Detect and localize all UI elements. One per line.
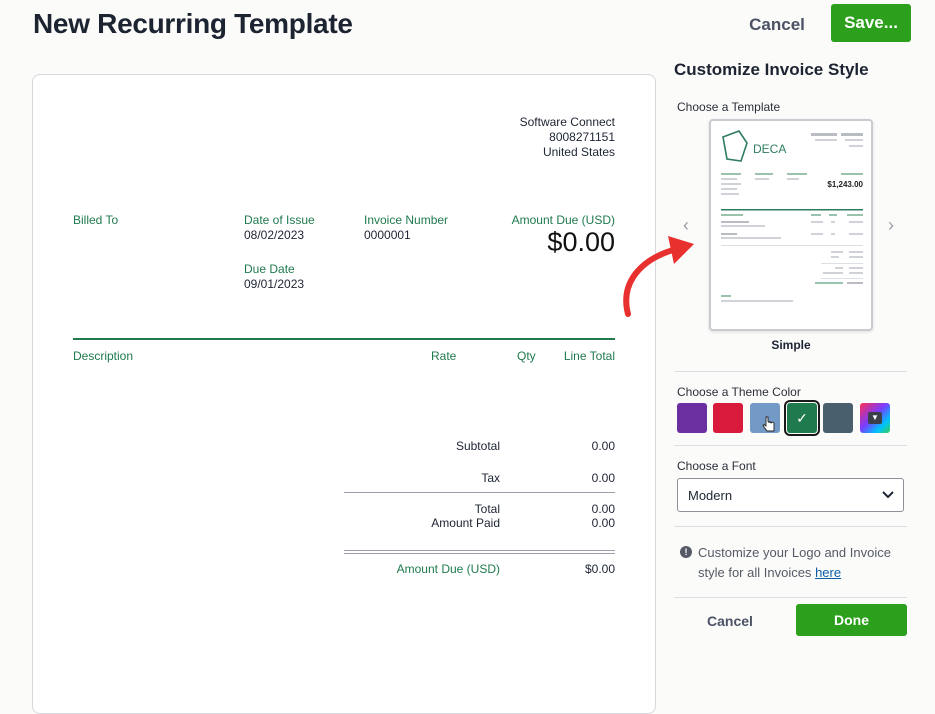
col-line-total: Line Total [563,349,615,363]
col-description: Description [73,349,134,363]
amount-due-divider-2 [344,553,615,554]
divider-4 [674,597,907,598]
subtotal-label: Subtotal [455,439,500,453]
divider-2 [674,445,907,446]
col-rate: Rate [431,349,457,363]
total-value: 0.00 [591,502,615,516]
pointer-cursor-icon [762,416,775,432]
info-message: Customize your Logo and Invoice style fo… [698,543,898,583]
tax-value: 0.00 [591,471,615,485]
swatch-custom-gradient[interactable]: ▼ [860,403,890,433]
theme-color-label: Choose a Theme Color [677,385,801,399]
company-name: Software Connect [519,115,615,129]
divider-3 [674,526,907,527]
amount-due-divider-1 [344,550,615,551]
swatch-green-selected[interactable]: ✓ [784,400,820,436]
swatch-purple[interactable] [677,403,707,433]
total-label: Total [474,502,500,516]
chevron-down-icon [882,491,894,499]
font-label: Choose a Font [677,459,756,473]
tax-label: Tax [481,471,500,485]
amount-due-value: $0.00 [547,227,615,257]
panel-title: Customize Invoice Style [674,60,869,79]
totals-divider [344,492,615,493]
template-brand: DECA [753,142,786,156]
check-icon: ✓ [796,409,808,426]
col-qty: Qty [517,349,536,363]
swatch-light-blue[interactable] [750,403,780,433]
date-of-issue-label: Date of Issue [244,213,315,227]
cancel-button[interactable]: Cancel [737,12,817,38]
info-icon: ! [680,546,692,558]
header-divider [73,338,615,340]
chevron-down-icon: ▼ [868,412,882,424]
save-button[interactable]: Save... [831,4,911,42]
template-thumbnail: DECA $1,243.00 [721,130,864,302]
amount-paid-label: Amount Paid [431,516,500,530]
divider-1 [674,371,907,372]
info-text: Customize your Logo and Invoice style fo… [698,545,891,580]
due-date-label: Due Date [244,262,295,276]
invoice-number-label: Invoice Number [364,213,449,227]
swatch-slate[interactable] [823,403,853,433]
template-label: Choose a Template [677,100,781,114]
template-card[interactable]: DECA $1,243.00 [709,119,873,331]
subtotal-value: 0.00 [591,439,615,453]
prev-template-icon[interactable]: ‹ [683,215,689,236]
next-template-icon[interactable]: › [888,215,894,236]
template-name: Simple [771,338,811,352]
footer-amount-due-value: $0.00 [584,562,615,576]
panel-cancel-button[interactable]: Cancel [690,610,770,632]
annotation-arrow-icon [623,236,694,317]
font-select[interactable]: Modern [677,478,904,512]
date-of-issue[interactable]: 08/02/2023 [244,228,304,242]
amount-paid-value: 0.00 [591,516,615,530]
due-date[interactable]: 09/01/2023 [244,277,304,291]
company-phone: 8008271151 [549,130,615,144]
swatch-red[interactable] [713,403,743,433]
page-title: New Recurring Template [33,8,353,39]
done-button[interactable]: Done [796,604,907,636]
info-link[interactable]: here [815,565,841,580]
template-amount: $1,243.00 [827,180,863,189]
invoice-number[interactable]: 0000001 [364,228,411,242]
amount-due-label: Amount Due (USD) [511,213,615,227]
footer-amount-due-label: Amount Due (USD) [396,562,500,576]
invoice-preview: Software Connect 8008271151 United State… [32,74,656,714]
font-select-value: Modern [688,487,733,503]
billed-to-label[interactable]: Billed To [73,213,118,227]
company-country: United States [542,145,615,159]
